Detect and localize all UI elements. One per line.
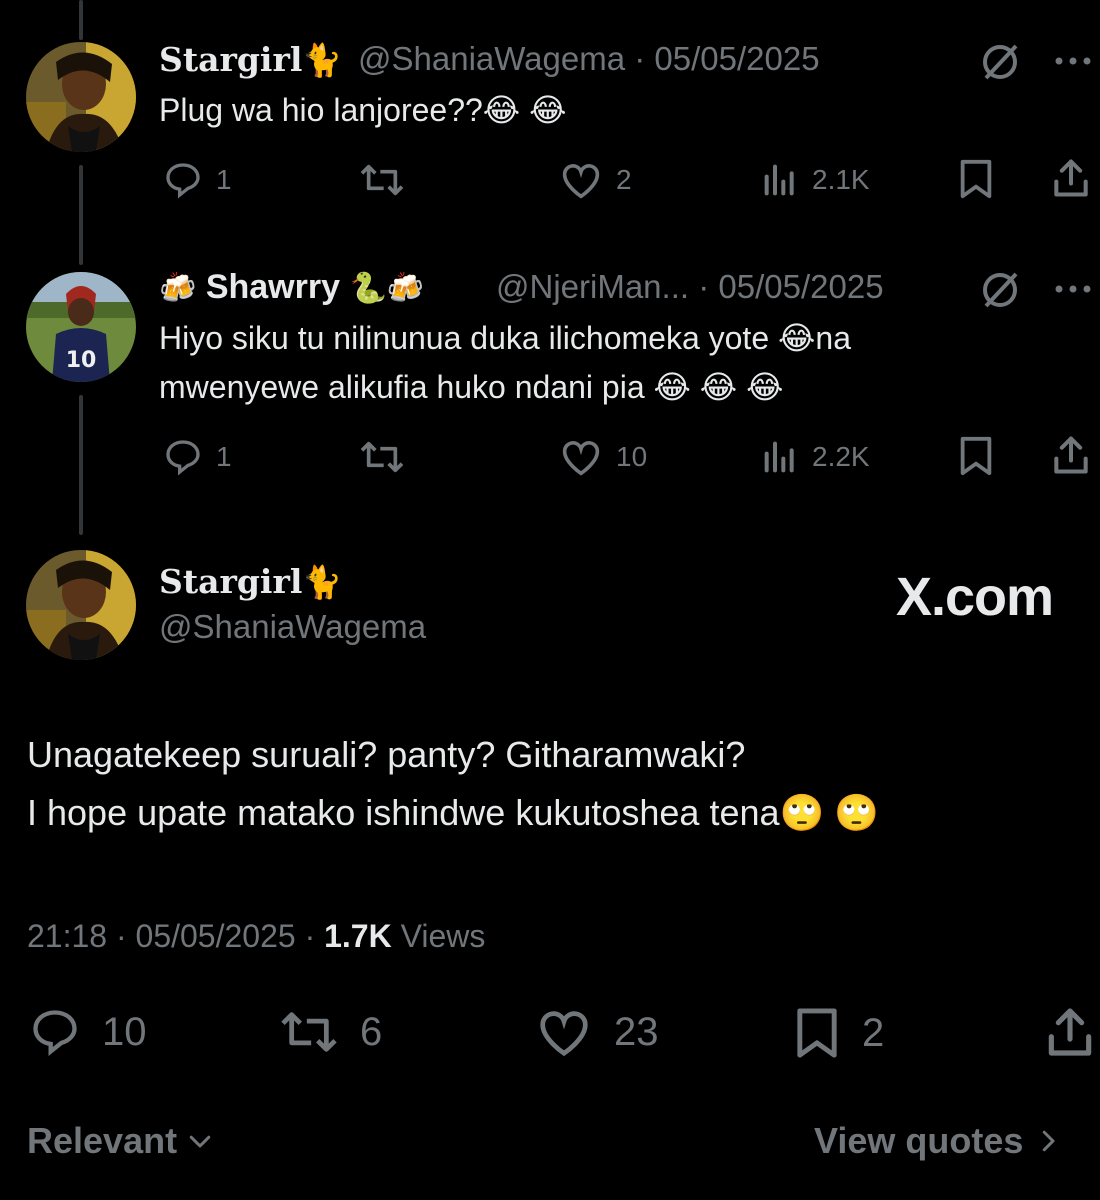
views-icon [764,441,794,473]
bookmark-icon[interactable] [956,435,996,482]
share-icon[interactable] [1050,433,1092,482]
thread-line [79,395,83,535]
handle[interactable]: @NjeriMan... [496,268,689,305]
like-button[interactable]: 2 [558,160,632,200]
more-icon[interactable] [1054,54,1094,72]
laughing-emoji: 😂 [482,92,521,128]
reply-button[interactable]: 1 [162,160,232,200]
svg-text:10: 10 [66,348,97,373]
eye-roll-emoji: 🙄 [834,792,880,833]
view-quotes-label: View quotes [814,1120,1024,1161]
heart-icon [562,164,600,199]
post-meta: @ShaniaWagema · 05/05/2025 [358,40,820,77]
more-icon[interactable] [1054,282,1094,300]
views-label: Views [400,918,486,954]
cat-emoji: 🐈 [302,563,343,601]
bookmark-count: 2 [862,1010,885,1055]
bookmark-button[interactable]: 2 [792,1006,884,1060]
sort-dropdown[interactable]: Relevant [27,1120,215,1162]
reply-count: 10 [102,1009,147,1054]
reply-button[interactable]: 10 [28,1006,147,1058]
display-name[interactable]: Stargirl🐈 [159,40,342,79]
post-text: Plug wa hio lanjoree??😂 😂 [159,92,567,128]
like-count: 2 [616,164,632,195]
post-text: Unagatekeep suruali? panty? Githaramwaki… [27,734,880,833]
laughing-emoji: 😂 [699,369,738,405]
laughing-emoji: 😂 [653,369,691,405]
snake-beer-emoji: 🐍🍻 [349,272,425,305]
thread-line [79,0,83,40]
sort-label: Relevant [27,1120,178,1161]
avatar[interactable]: 10 [26,272,136,382]
reply-count: 1 [216,164,232,195]
views-icon [764,164,794,196]
repost-icon [360,441,404,473]
like-count: 23 [614,1009,659,1054]
beer-emoji: 🍻 [159,272,197,305]
chevron-right-icon [1043,1130,1055,1152]
x-watermark: X.com [896,567,1054,627]
post-text: Hiyo siku tu nilinunua duka ilichomeka y… [159,320,851,405]
repost-count: 6 [360,1009,383,1054]
heart-icon [562,441,600,476]
eye-roll-emoji: 🙄 [779,792,825,833]
views-button[interactable]: 2.2K [760,437,870,477]
post-date[interactable]: 05/05/2025 [654,40,819,77]
view-quotes-link[interactable]: View quotes [814,1120,1063,1162]
views-count: 2.1K [812,164,870,195]
chevron-down-icon [189,1135,211,1148]
display-name[interactable]: 🍻 Shawrry 🐍🍻 [159,268,424,307]
grok-icon[interactable] [980,42,1020,87]
bookmark-icon [797,1008,837,1058]
reply-icon [33,1010,77,1057]
reply-count: 1 [216,441,232,472]
reply-icon [166,163,200,199]
post-date[interactable]: 05/05/2025 [136,918,296,954]
repost-button[interactable]: 6 [278,1006,382,1058]
cat-emoji: 🐈 [302,41,343,79]
post-meta: @NjeriMan... · 05/05/2025 [496,268,884,305]
share-icon[interactable] [1044,1004,1096,1065]
display-name[interactable]: Stargirl🐈 [159,562,342,601]
repost-button[interactable] [358,437,418,477]
views-count: 1.7K [324,918,392,954]
share-icon[interactable] [1050,156,1092,205]
reply-button[interactable]: 1 [162,437,232,477]
bookmark-icon[interactable] [956,158,996,205]
avatar[interactable] [26,550,136,660]
views-count: 2.2K [812,441,870,472]
laughing-emoji: 😂 [529,92,567,128]
grok-icon[interactable] [980,270,1020,315]
repost-button[interactable] [358,160,418,200]
post-time[interactable]: 21:18 [27,918,107,954]
like-count: 10 [616,441,648,472]
like-button[interactable]: 23 [534,1006,659,1058]
reply-icon [166,440,200,476]
handle[interactable]: @ShaniaWagema [358,40,625,77]
laughing-emoji: 😂 [778,320,816,356]
repost-icon [281,1012,337,1052]
handle[interactable]: @ShaniaWagema [159,608,426,646]
post-timestamp: 21:18 · 05/05/2025 · 1.7K Views [27,918,486,954]
like-button[interactable]: 10 [558,437,647,477]
views-button[interactable]: 2.1K [760,160,870,200]
thread-line [79,165,83,265]
avatar[interactable] [26,42,136,152]
post-date[interactable]: 05/05/2025 [718,268,883,305]
laughing-emoji: 😂 [746,369,784,405]
repost-icon [360,164,404,196]
heart-icon [540,1011,588,1057]
